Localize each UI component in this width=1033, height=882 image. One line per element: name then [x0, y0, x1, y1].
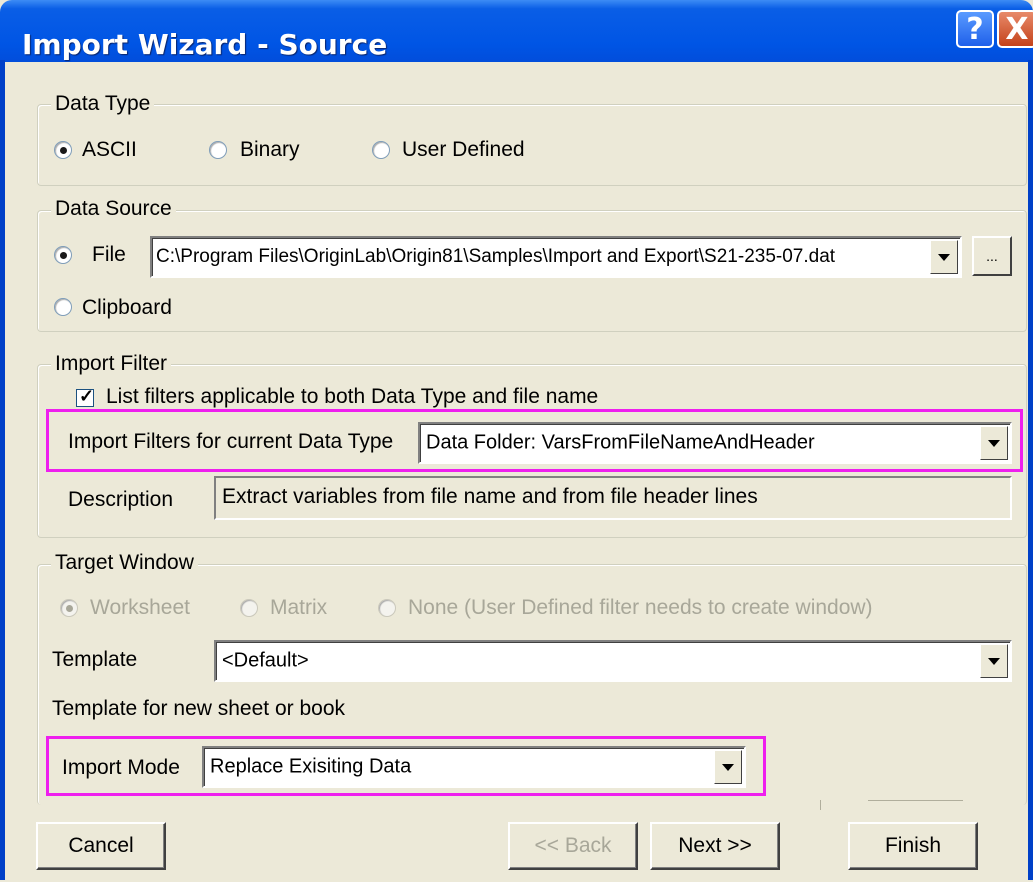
data-type-legend: Data Type [51, 92, 155, 116]
import-mode-combobox[interactable]: Replace Exisiting Data [202, 746, 746, 788]
import-filters-label: Import Filters for current Data Type [68, 430, 394, 453]
data-type-group [37, 104, 1027, 186]
divider [820, 800, 821, 810]
back-button[interactable]: << Back [508, 822, 638, 870]
import-filters-value: Data Folder: VarsFromFileNameAndHeader [426, 431, 815, 454]
radio-none-label: None (User Defined filter needs to creat… [408, 596, 873, 619]
radio-ascii-label: ASCII [82, 138, 137, 161]
radio-clipboard[interactable] [54, 298, 72, 316]
import-filters-combobox[interactable]: Data Folder: VarsFromFileNameAndHeader [418, 422, 1012, 464]
chevron-down-icon[interactable] [980, 644, 1008, 678]
cancel-button[interactable]: Cancel [36, 822, 166, 870]
template-value: <Default> [222, 649, 309, 672]
next-button[interactable]: Next >> [650, 822, 780, 870]
window-frame-left [0, 60, 5, 880]
window-title: Import Wizard - Source [22, 28, 388, 61]
radio-matrix-label: Matrix [270, 596, 328, 619]
radio-clipboard-label: Clipboard [82, 296, 172, 319]
template-label: Template [52, 648, 138, 671]
close-button[interactable]: X [997, 10, 1033, 48]
radio-binary-label: Binary [240, 138, 300, 161]
list-filters-checkbox[interactable]: ✓ [76, 386, 94, 407]
file-path-value: C:\Program Files\OriginLab\Origin81\Samp… [156, 246, 836, 267]
radio-file-label: File [92, 243, 126, 266]
radio-none[interactable] [378, 599, 396, 617]
radio-binary[interactable] [209, 141, 227, 159]
target-window-legend: Target Window [51, 551, 198, 575]
data-source-legend: Data Source [51, 197, 176, 221]
radio-user-defined[interactable] [372, 141, 390, 159]
import-mode-label: Import Mode [62, 756, 180, 779]
radio-worksheet-label: Worksheet [90, 596, 190, 619]
list-filters-label: List filters applicable to both Data Typ… [106, 385, 599, 408]
browse-button[interactable]: ... [972, 236, 1012, 276]
radio-file[interactable] [54, 246, 72, 264]
radio-worksheet[interactable] [60, 599, 78, 617]
chevron-down-icon[interactable] [930, 240, 958, 274]
chevron-down-icon[interactable] [980, 426, 1008, 460]
import-filter-legend: Import Filter [51, 352, 172, 376]
finish-button[interactable]: Finish [848, 822, 978, 870]
divider [868, 800, 963, 801]
help-button[interactable]: ? [956, 10, 994, 48]
description-label: Description [68, 488, 174, 511]
file-path-combobox[interactable]: C:\Program Files\OriginLab\Origin81\Samp… [150, 236, 962, 278]
window-frame-right [1028, 60, 1033, 880]
template-note: Template for new sheet or book [52, 697, 345, 720]
template-combobox[interactable]: <Default> [214, 640, 1012, 682]
description-field: Extract variables from file name and fro… [214, 476, 1012, 520]
radio-matrix[interactable] [240, 599, 258, 617]
description-value: Extract variables from file name and fro… [222, 485, 758, 508]
radio-ascii[interactable] [54, 141, 72, 159]
radio-user-defined-label: User Defined [402, 138, 525, 161]
chevron-down-icon[interactable] [714, 750, 742, 784]
import-mode-value: Replace Exisiting Data [210, 755, 412, 778]
